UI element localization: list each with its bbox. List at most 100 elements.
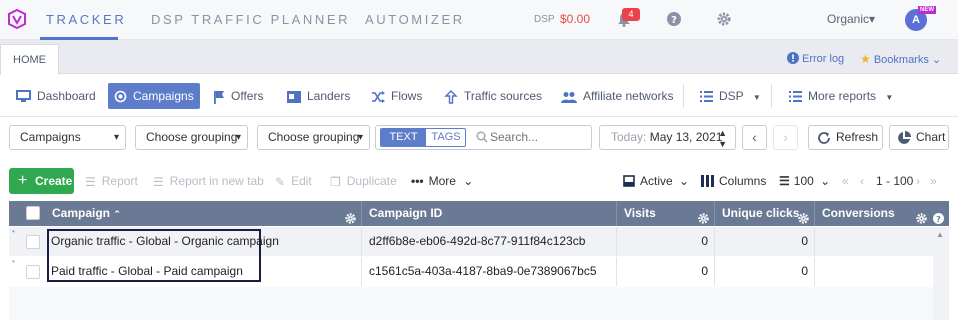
selection-highlight-box [47,229,261,282]
nav-tracker[interactable]: TRACKER [46,12,126,27]
previous-date-button[interactable]: ‹ [742,125,767,150]
search-icon [476,131,488,143]
grouping-select-1[interactable]: Choose grouping ▾ [135,125,248,150]
divider [771,84,772,108]
vertical-scrollbar[interactable] [933,227,949,320]
search-mode-text[interactable]: TEXT [381,129,426,146]
select-all-checkbox[interactable] [26,206,40,220]
page-range: 1 - 100 [876,174,914,188]
secnav-offers[interactable]: Offers [213,83,263,109]
lander-page-icon [287,90,301,103]
chevron-down-icon: ⌄ [820,174,831,188]
scroll-up-arrow-icon[interactable]: ▲ [936,230,944,239]
secnav-traffic-sources[interactable]: Traffic sources [444,83,542,109]
duplicate-button[interactable]: ❐ Duplicate [330,174,397,189]
chevron-down-icon: ⌄ [463,174,474,188]
columns-button[interactable]: Columns [701,174,766,188]
secnav-dsp-dropdown[interactable]: DSP ▼ [700,83,761,109]
row-checkbox[interactable] [26,235,40,249]
plus-icon: + [18,172,28,189]
chevron-down-icon: ⌄ [931,54,942,66]
caret-down-icon: ▼ [885,93,894,102]
more-dropdown[interactable]: ••• More ⌄ [411,174,473,188]
rows-per-page-dropdown[interactable]: ☰ 100 ⌄ [779,174,830,188]
ellipsis-icon: ••• [411,174,424,188]
list-icon: ☰ [85,174,96,189]
error-log-link[interactable]: Error log [787,52,844,65]
search-mode-tags[interactable]: TAGS [426,129,465,146]
tab-home[interactable]: HOME [0,44,59,75]
secnav-more-reports-dropdown[interactable]: More reports ▼ [789,83,893,109]
nav-automizer[interactable]: AUTOMIZER [365,12,465,27]
column-header-conversions[interactable]: Conversions ? [815,201,949,226]
row-indicator: • [12,257,15,266]
star-icon: ★ [860,52,871,66]
last-page-button[interactable]: » [930,174,937,188]
section-navigation: Dashboard Campaigns Offers Landers Flows… [0,75,958,117]
up-down-arrows-icon: ▲ ▼ [718,128,727,149]
list-icon [700,91,713,103]
previous-page-button[interactable]: ‹ [860,174,864,188]
chevron-left-icon: ‹ [860,174,864,188]
users-icon [561,91,577,103]
column-header-visits[interactable]: Visits [617,201,715,226]
pencil-icon: ✎ [275,174,286,189]
secnav-affiliate-networks[interactable]: Affiliate networks [561,83,674,109]
next-date-button[interactable]: › [773,125,798,150]
refresh-button[interactable]: Refresh [808,125,883,150]
row-checkbox[interactable] [26,265,40,279]
tracker-logo-icon[interactable] [8,9,26,29]
chevron-down-icon: ▾ [235,132,241,143]
workspace-dropdown[interactable]: Organic▾ [827,12,875,26]
grouping-select-2[interactable]: Choose grouping ▾ [257,125,370,150]
list-icon [789,91,802,103]
date-range-picker[interactable]: Today: May 13, 2021 ▲ ▼ [599,125,736,150]
search-input[interactable] [490,127,590,147]
monitor-icon [16,90,31,103]
new-badge: NEW [918,6,936,14]
next-page-button[interactable]: › [916,174,920,188]
column-header-unique-clicks[interactable]: Unique clicks [715,201,815,226]
secnav-flows[interactable]: Flows [371,83,422,109]
secnav-campaigns[interactable]: Campaigns [108,83,200,109]
chart-button[interactable]: Chart [889,125,949,150]
table-empty-area [9,287,933,320]
search-mode-toggle: TEXT TAGS [380,128,466,147]
tab-row: HOME Error log ★ Bookmarks ⌄ [0,40,958,75]
columns-icon [701,175,714,187]
sort-ascending-icon: ⌃ [113,209,121,219]
settings-gear-icon[interactable] [717,12,731,26]
help-icon[interactable]: ? [667,12,681,26]
status-filter-dropdown[interactable]: Active ⌄ [623,174,689,188]
caret-down-icon: ▾ [869,12,876,26]
cell-visits: 0 [617,257,715,286]
double-chevron-left-icon: « [842,174,849,188]
list-icon: ☰ [153,174,164,189]
secnav-landers[interactable]: Landers [287,83,350,109]
top-navigation: TRACKER DSP TRAFFIC PLANNER AUTOMIZER DS… [0,0,958,40]
caret-down-icon: ▼ [752,93,761,102]
chevron-down-icon: ▾ [113,132,119,143]
target-icon [114,91,127,103]
copy-icon: ❐ [330,174,341,189]
column-header-campaign[interactable]: Campaign ⌃ [45,201,362,226]
report-button[interactable]: ☰ Report [85,174,138,189]
double-chevron-right-icon: » [930,174,937,188]
create-button[interactable]: + Create [9,168,74,194]
nav-dsp-traffic-planner[interactable]: DSP TRAFFIC PLANNER [151,12,350,27]
flag-icon [214,90,224,104]
secnav-dashboard[interactable]: Dashboard [16,83,96,109]
first-page-button[interactable]: « [842,174,849,188]
report-new-tab-button[interactable]: ☰ Report in new tab [153,174,264,189]
pie-chart-icon [898,131,911,144]
entity-select[interactable]: Campaigns ▾ [9,125,126,150]
edit-button[interactable]: ✎ Edit [275,174,312,189]
cell-campaign-id: c1561c5a-403a-4187-8ba9-0e7389067bc5 [362,257,617,286]
column-header-campaign-id[interactable]: Campaign ID [362,201,617,226]
svg-text:?: ? [671,15,677,26]
cell-visits: 0 [617,227,715,256]
chevron-right-icon: › [916,174,920,188]
bookmarks-dropdown[interactable]: ★ Bookmarks ⌄ [860,52,941,66]
shuffle-icon [372,90,385,103]
chevron-left-icon: ‹ [752,129,757,145]
